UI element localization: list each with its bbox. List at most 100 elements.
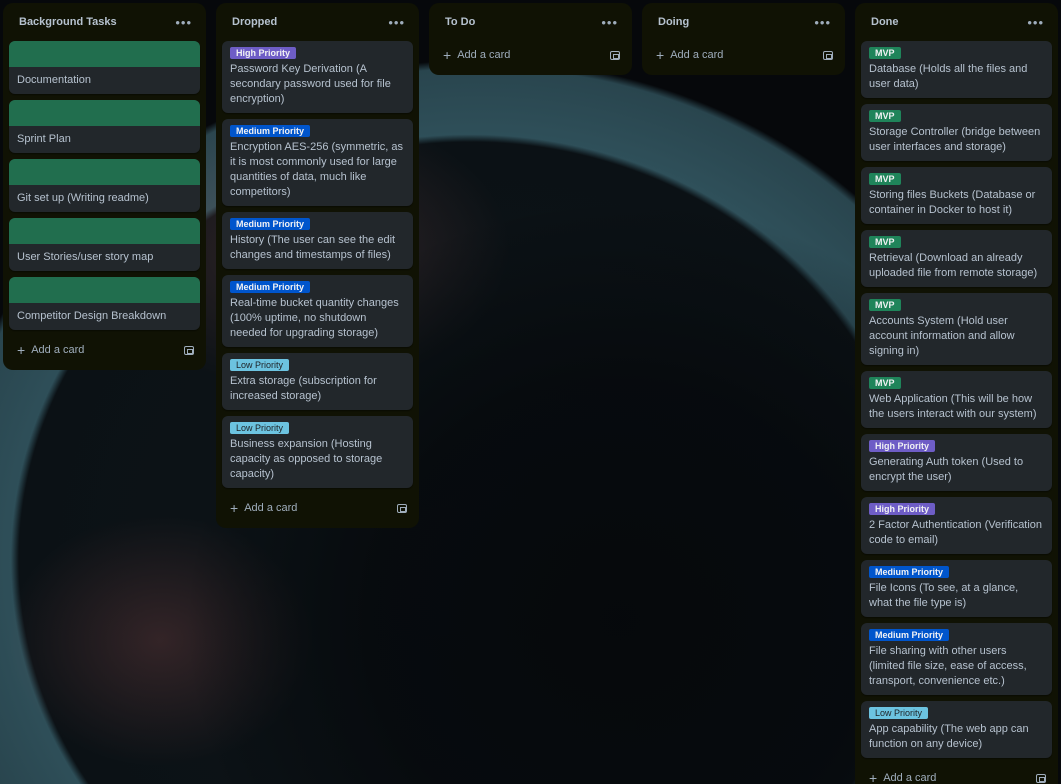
add-card-label: Add a card xyxy=(670,49,724,61)
card-title: Database (Holds all the files and user d… xyxy=(869,63,1028,90)
card-title: Generating Auth token (Used to encrypt t… xyxy=(869,456,1024,483)
plus-icon: + xyxy=(230,500,239,516)
card-title: Extra storage (subscription for increase… xyxy=(230,375,377,402)
list-title[interactable]: To Do xyxy=(445,16,475,28)
add-card-button[interactable]: + Add a card xyxy=(869,771,936,784)
card-label[interactable]: MVP xyxy=(869,47,901,59)
card[interactable]: MVP Storage Controller (bridge between us… xyxy=(861,104,1052,161)
card-label[interactable]: MVP xyxy=(869,173,901,185)
add-card-label: Add a card xyxy=(457,49,511,61)
card-title: 2 Factor Authentication (Verification co… xyxy=(869,519,1043,546)
card[interactable]: High Priority Generating Auth token (Used… xyxy=(861,434,1052,491)
card-cover xyxy=(9,218,200,244)
add-card-button[interactable]: + Add a card xyxy=(17,343,84,357)
card-body: MVP Web Application (This will be how the… xyxy=(861,371,1052,428)
card[interactable]: MVP Web Application (This will be how the… xyxy=(861,371,1052,428)
card-body: MVP Storing files Buckets (Database or co… xyxy=(861,167,1052,224)
card-body: Low Priority Extra storage (subscription … xyxy=(222,353,413,410)
add-card-button[interactable]: + Add a card xyxy=(230,501,297,515)
add-card-button[interactable]: + Add a card xyxy=(443,48,510,62)
card-body: Documentation xyxy=(9,67,200,94)
card[interactable]: Sprint Plan xyxy=(9,100,200,153)
card-label[interactable]: MVP xyxy=(869,377,901,389)
list-header: Background Tasks ••• xyxy=(9,3,200,41)
plus-icon: + xyxy=(869,770,878,784)
create-from-template-icon[interactable] xyxy=(610,50,620,60)
list-menu-icon[interactable]: ••• xyxy=(814,16,831,29)
card-body: User Stories/user story map xyxy=(9,244,200,271)
add-card-row: + Add a card xyxy=(435,41,626,69)
list-header: To Do ••• xyxy=(435,3,626,41)
card[interactable]: Low Priority Business expansion (Hosting … xyxy=(222,416,413,488)
card-label[interactable]: High Priority xyxy=(869,503,936,515)
card-label[interactable]: Low Priority xyxy=(869,707,929,719)
card-cover xyxy=(9,277,200,303)
card[interactable]: Low Priority App capability (The web app … xyxy=(861,701,1052,758)
card-body: Medium Priority History (The user can see… xyxy=(222,212,413,269)
list-title[interactable]: Background Tasks xyxy=(19,16,117,28)
card[interactable]: Git set up (Writing readme) xyxy=(9,159,200,212)
plus-icon: + xyxy=(656,47,665,63)
card[interactable]: High Priority Password Key Derivation (A … xyxy=(222,41,413,113)
card[interactable]: High Priority 2 Factor Authentication (Ve… xyxy=(861,497,1052,554)
create-from-template-icon[interactable] xyxy=(823,50,833,60)
card-body: MVP Accounts System (Hold user account in… xyxy=(861,293,1052,365)
list-header: Dropped ••• xyxy=(222,3,413,41)
card[interactable]: MVP Storing files Buckets (Database or co… xyxy=(861,167,1052,224)
card-body: Medium Priority Real-time bucket quantity… xyxy=(222,275,413,347)
card[interactable]: MVP Accounts System (Hold user account in… xyxy=(861,293,1052,365)
card[interactable]: Low Priority Extra storage (subscription … xyxy=(222,353,413,410)
card-title: Encryption AES-256 (symmetric, as it is … xyxy=(230,141,404,198)
add-card-row: + Add a card xyxy=(861,764,1052,784)
card-title: Real-time bucket quantity changes (100% … xyxy=(230,297,399,339)
card-label[interactable]: Low Priority xyxy=(230,422,290,434)
list-menu-icon[interactable]: ••• xyxy=(601,16,618,29)
card[interactable]: Medium Priority File Icons (To see, at a … xyxy=(861,560,1052,617)
create-from-template-icon[interactable] xyxy=(184,345,194,355)
card-label[interactable]: High Priority xyxy=(230,47,297,59)
card-label[interactable]: Medium Priority xyxy=(230,218,311,230)
add-card-button[interactable]: + Add a card xyxy=(656,48,723,62)
card-body: Sprint Plan xyxy=(9,126,200,153)
create-from-template-icon[interactable] xyxy=(1036,773,1046,783)
card-title: Retrieval (Download an already uploaded … xyxy=(869,252,1038,279)
list-title[interactable]: Done xyxy=(871,16,899,28)
card-title: Storing files Buckets (Database or conta… xyxy=(869,189,1036,216)
card-title: Business expansion (Hosting capacity as … xyxy=(230,438,383,480)
list-menu-icon[interactable]: ••• xyxy=(1027,16,1044,29)
card-title: Documentation xyxy=(17,74,91,86)
card[interactable]: Medium Priority Encryption AES-256 (symme… xyxy=(222,119,413,206)
card[interactable]: Medium Priority History (The user can see… xyxy=(222,212,413,269)
card-body: Low Priority App capability (The web app … xyxy=(861,701,1052,758)
card[interactable]: Medium Priority Real-time bucket quantity… xyxy=(222,275,413,347)
card-label[interactable]: High Priority xyxy=(869,440,936,452)
card-body: Competitor Design Breakdown xyxy=(9,303,200,330)
card[interactable]: Medium Priority File sharing with other u… xyxy=(861,623,1052,695)
list-menu-icon[interactable]: ••• xyxy=(388,16,405,29)
card-body: High Priority 2 Factor Authentication (Ve… xyxy=(861,497,1052,554)
create-from-template-icon[interactable] xyxy=(397,503,407,513)
card-label[interactable]: Medium Priority xyxy=(230,125,311,137)
card-body: MVP Retrieval (Download an already upload… xyxy=(861,230,1052,287)
card[interactable]: MVP Database (Holds all the files and use… xyxy=(861,41,1052,98)
card[interactable]: MVP Retrieval (Download an already upload… xyxy=(861,230,1052,287)
list-doing: Doing ••• + Add a card xyxy=(642,3,845,75)
list-title[interactable]: Dropped xyxy=(232,16,277,28)
card-title: Accounts System (Hold user account infor… xyxy=(869,315,1015,357)
card-label[interactable]: MVP xyxy=(869,110,901,122)
card-label[interactable]: Medium Priority xyxy=(869,629,950,641)
card-label[interactable]: Medium Priority xyxy=(230,281,311,293)
card-label[interactable]: Low Priority xyxy=(230,359,290,371)
list-menu-icon[interactable]: ••• xyxy=(175,16,192,29)
card-title: Password Key Derivation (A secondary pas… xyxy=(230,63,391,105)
card-label[interactable]: Medium Priority xyxy=(869,566,950,578)
card[interactable]: Documentation xyxy=(9,41,200,94)
card-label[interactable]: MVP xyxy=(869,299,901,311)
card-label[interactable]: MVP xyxy=(869,236,901,248)
card[interactable]: Competitor Design Breakdown xyxy=(9,277,200,330)
list-title[interactable]: Doing xyxy=(658,16,689,28)
card-title: Sprint Plan xyxy=(17,133,71,145)
card-title: File Icons (To see, at a glance, what th… xyxy=(869,582,1019,609)
card[interactable]: User Stories/user story map xyxy=(9,218,200,271)
card-cover xyxy=(9,159,200,185)
